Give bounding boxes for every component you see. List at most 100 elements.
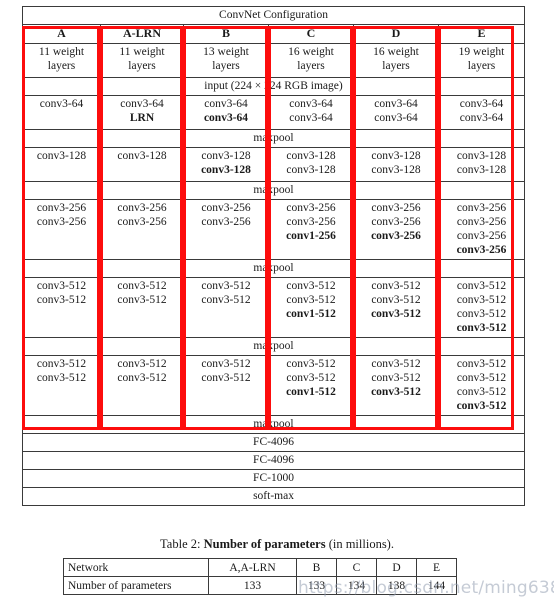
table-row-maxpool: maxpool	[21, 414, 526, 434]
layer-entry: conv3-256	[456, 243, 507, 256]
column-header-d: D	[353, 24, 439, 44]
cell-conv512a-a: conv3-512 conv3-512	[22, 276, 101, 338]
layer-entry: conv3-512	[117, 293, 167, 306]
maxpool-cell: maxpool	[21, 336, 526, 356]
layer-entry: conv3-256	[117, 201, 167, 214]
params-header-network: Network	[63, 558, 209, 577]
layer-list: conv3-256 conv3-256 conv1-256	[271, 201, 351, 243]
layer-entry: conv3-512	[36, 293, 87, 306]
layer-list: conv3-512 conv3-512	[103, 279, 181, 307]
table2-caption: Table 2: Number of parameters (in millio…	[0, 537, 554, 552]
maxpool-cell: maxpool	[21, 258, 526, 278]
layer-list: conv3-512 conv3-512	[186, 357, 266, 385]
layer-entry: conv3-256	[371, 229, 421, 242]
layer-entry: conv3-64	[204, 97, 248, 110]
conv-blocks-body: conv3-64 conv3-64 LRN conv3-64 conv3-64 conv3…	[21, 94, 526, 416]
layer-list: conv3-512 conv3-512	[103, 357, 181, 385]
cell-conv512a-b: conv3-512 conv3-512	[183, 276, 269, 338]
layer-entry: conv3-512	[36, 279, 87, 292]
maxpool-cell: maxpool	[21, 180, 526, 200]
layer-entry: conv3-512	[371, 385, 421, 398]
cell-conv128-a-lrn: conv3-128	[100, 146, 184, 182]
layer-list: conv3-64 conv3-64	[356, 97, 436, 125]
cell-conv512b-c: conv3-512 conv3-512 conv1-512	[268, 354, 354, 416]
layer-entry: conv3-512	[201, 293, 251, 306]
layer-entry: conv3-512	[36, 371, 87, 384]
layer-entry: conv3-512	[371, 307, 421, 320]
params-value-c: 134	[336, 576, 377, 595]
params-value-b: 133	[296, 576, 337, 595]
layer-entry: conv3-64	[120, 97, 164, 110]
layer-list: conv3-128 conv3-128	[441, 149, 522, 177]
cell-conv256-a-lrn: conv3-256 conv3-256	[100, 198, 184, 260]
layer-entry: conv3-256	[286, 201, 336, 214]
layer-entry: conv3-256	[456, 229, 507, 242]
weight-layers-a-lrn: 11 weight layers	[100, 42, 184, 78]
table-row-conv512a: conv3-512 conv3-512 conv3-512 conv3-512 conv…	[22, 276, 526, 338]
cell-conv64-a-lrn: conv3-64 LRN	[100, 94, 184, 130]
layer-entry: conv3-128	[371, 163, 421, 176]
layer-entry: conv3-512	[371, 279, 421, 292]
column-header-b: B	[183, 24, 269, 44]
cell-conv256-a: conv3-256 conv3-256	[22, 198, 101, 260]
column-header-a: A	[22, 24, 101, 44]
column-header-e: E	[437, 24, 526, 44]
params-value-e: 144	[416, 576, 457, 595]
table-row-soft-max: soft-max	[21, 486, 526, 506]
layer-entry: conv3-64	[289, 97, 333, 110]
params-row-label: Number of parameters	[63, 576, 209, 595]
weight-layers-d: 16 weight layers	[353, 42, 439, 78]
cell-conv256-d: conv3-256 conv3-256 conv3-256	[353, 198, 439, 260]
convnet-configuration-table: ConvNet Configuration A A-LRN B C D E 11…	[21, 5, 526, 506]
layer-entry: conv1-256	[286, 229, 336, 242]
layer-entry: conv3-512	[286, 279, 336, 292]
layer-list: conv3-64 conv3-64	[186, 97, 266, 125]
layer-entry: conv3-512	[36, 357, 87, 370]
layer-entry: conv3-256	[117, 215, 167, 228]
params-header-c: C	[336, 558, 377, 577]
layer-entry: conv3-512	[371, 357, 421, 370]
weight-layers-line: 16 weight	[373, 45, 419, 58]
layer-entry: conv3-256	[371, 215, 421, 228]
convnet-table: ConvNet Configuration A A-LRN B C D E 11…	[21, 5, 526, 506]
cell-conv128-a: conv3-128	[22, 146, 101, 182]
table-row-title: ConvNet Configuration	[21, 5, 526, 26]
layer-list: conv3-512 conv3-512 conv1-512	[271, 279, 351, 321]
cell-conv512a-d: conv3-512 conv3-512 conv3-512	[353, 276, 439, 338]
table-row-params-values: Number of parameters 133 133 134 138 144	[63, 576, 457, 595]
layer-entry: conv3-512	[201, 371, 251, 384]
weight-layers-c: 16 weight layers	[268, 42, 354, 78]
params-value-d: 138	[376, 576, 417, 595]
cell-conv512b-b: conv3-512 conv3-512	[183, 354, 269, 416]
layer-list: conv3-64	[25, 97, 98, 111]
layer-entry: conv3-512	[286, 293, 336, 306]
params-header-b: B	[296, 558, 337, 577]
table-row-conv128: conv3-128 conv3-128 conv3-128 conv3-128 conv…	[22, 146, 526, 182]
maxpool-cell: maxpool	[21, 128, 526, 148]
layer-entry: conv3-128	[286, 163, 336, 176]
layer-entry: conv3-256	[371, 201, 421, 214]
weight-layers-e: 19 weight layers	[437, 42, 526, 78]
cell-conv512b-d: conv3-512 conv3-512 conv3-512	[353, 354, 439, 416]
layer-entry: conv3-64	[459, 111, 504, 124]
weight-layers-line: layers	[382, 59, 410, 72]
table-row-fc-4096: FC-4096	[21, 432, 526, 452]
layer-entry: LRN	[129, 111, 155, 124]
layer-list: conv3-128 conv3-128	[271, 149, 351, 177]
layer-list: conv3-64 LRN	[103, 97, 181, 125]
table-row-fc-4096: FC-4096	[21, 450, 526, 470]
layer-entry: conv3-512	[201, 279, 251, 292]
layer-list: conv3-512 conv3-512	[25, 357, 98, 385]
layer-entry: conv3-64	[39, 97, 84, 110]
layer-entry: conv3-256	[456, 215, 507, 228]
layer-list: conv3-512 conv3-512 conv3-512	[356, 357, 436, 399]
weight-layers-line: 11 weight	[38, 45, 85, 58]
layer-entry: conv3-256	[286, 215, 336, 228]
table2-caption-suffix: (in millions).	[325, 537, 394, 551]
weight-layers-line: layers	[128, 59, 156, 72]
layer-entry: conv3-64	[203, 111, 249, 124]
layer-list: conv3-512 conv3-512 conv3-512 conv3-512	[441, 357, 522, 413]
layer-entry: conv3-128	[201, 149, 251, 162]
layer-entry: conv3-512	[117, 357, 167, 370]
layer-entry: conv3-128	[36, 149, 87, 162]
